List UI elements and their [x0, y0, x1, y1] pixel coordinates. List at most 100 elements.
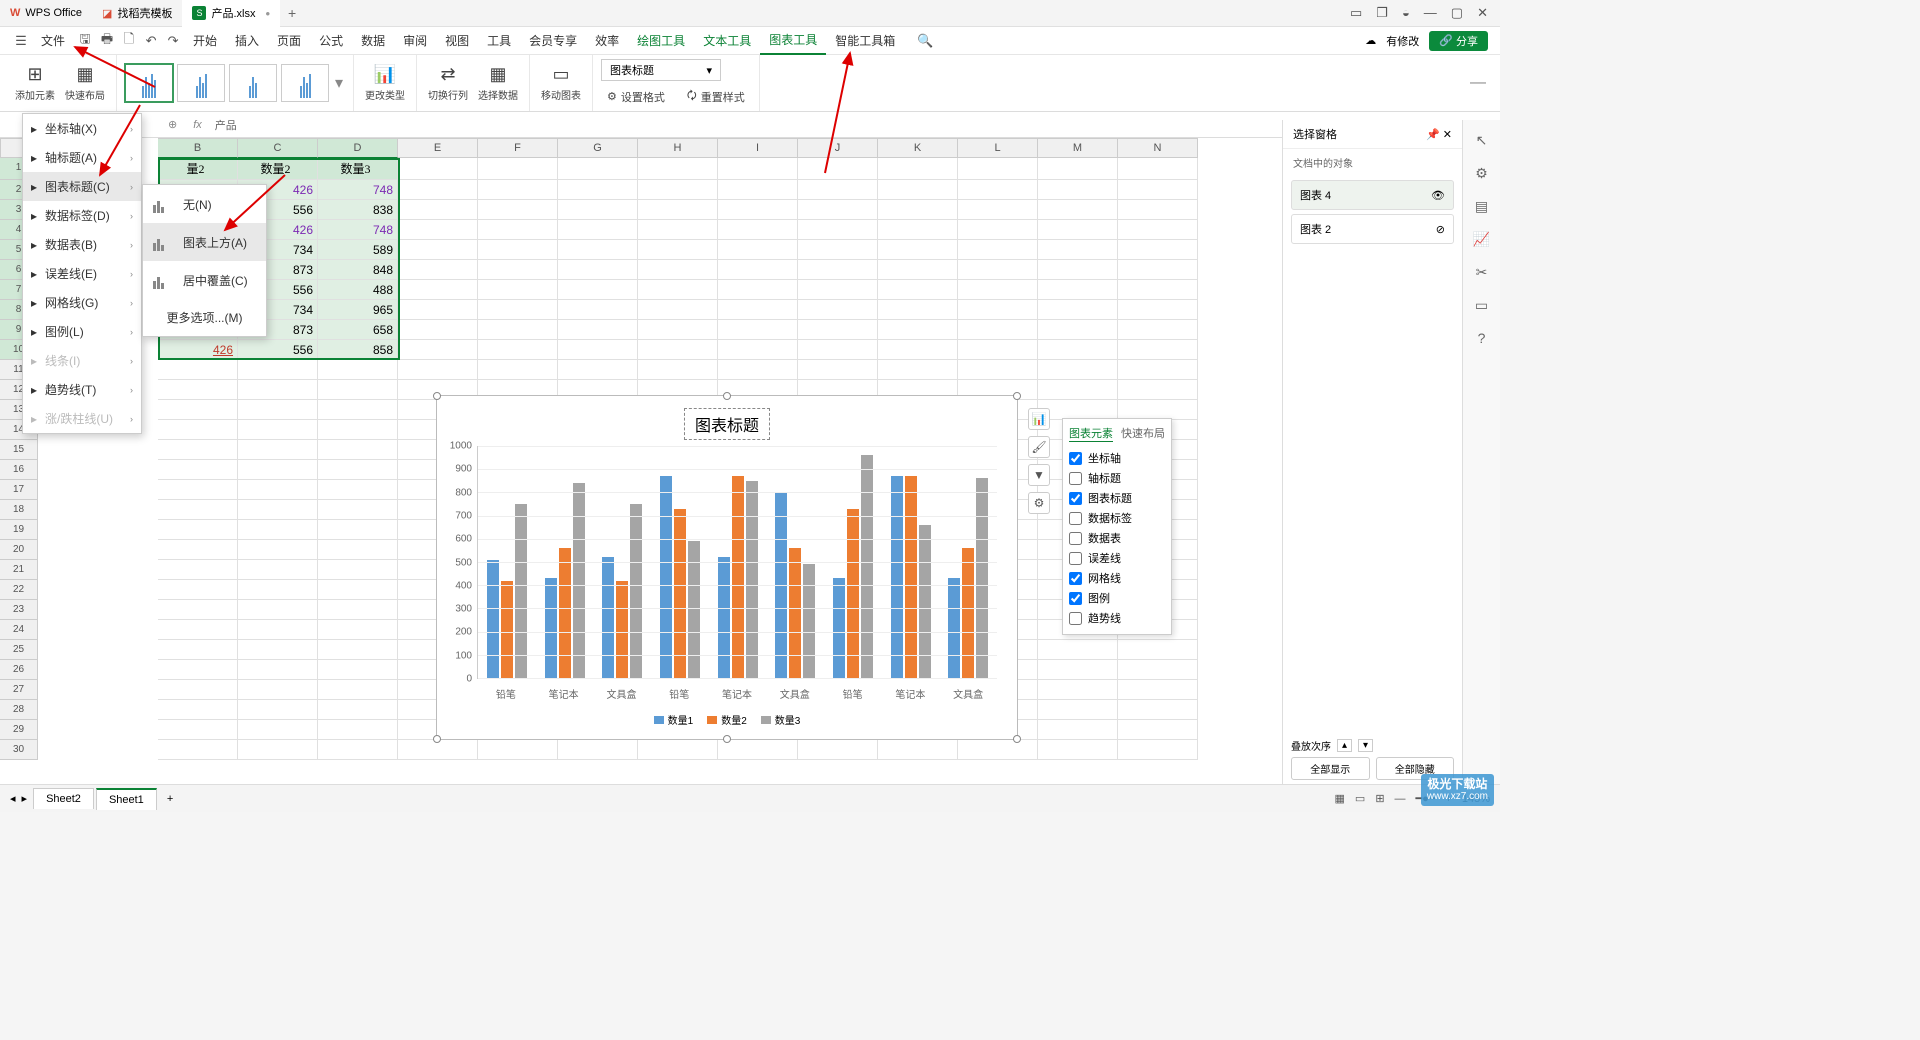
cell[interactable] — [158, 660, 238, 680]
cell[interactable] — [478, 340, 558, 360]
cell[interactable]: 848 — [318, 260, 398, 280]
cell[interactable] — [1038, 400, 1118, 420]
cell[interactable] — [158, 380, 238, 400]
cell[interactable] — [318, 660, 398, 680]
cell[interactable] — [638, 200, 718, 220]
popup-checkbox[interactable] — [1069, 512, 1082, 525]
window-max-button[interactable]: ▢ — [1451, 5, 1463, 21]
cell[interactable] — [1118, 700, 1198, 720]
cell[interactable] — [478, 280, 558, 300]
cell[interactable] — [398, 260, 478, 280]
reset-style-button[interactable]: 🗘重置样式 — [681, 85, 751, 108]
cell[interactable] — [1038, 380, 1118, 400]
cell[interactable] — [1118, 260, 1198, 280]
popup-opt-8[interactable]: 趋势线 — [1069, 608, 1165, 628]
cell[interactable] — [238, 400, 318, 420]
cell[interactable] — [478, 740, 558, 760]
cell[interactable]: 838 — [318, 200, 398, 220]
rail-page-icon[interactable]: ▭ — [1475, 297, 1488, 314]
cell[interactable] — [878, 300, 958, 320]
dd-item-1[interactable]: ▸轴标题(A)› — [23, 143, 141, 172]
row-header[interactable]: 24 — [0, 620, 38, 640]
dd-item-2[interactable]: ▸图表标题(C)› — [23, 172, 141, 201]
cell[interactable] — [238, 660, 318, 680]
move-down-icon[interactable]: ▾ — [1358, 739, 1373, 752]
view-break-icon[interactable]: ⊞ — [1375, 792, 1384, 805]
cell[interactable] — [318, 400, 398, 420]
cell[interactable] — [1118, 360, 1198, 380]
app-tab-wps[interactable]: WWPS Office — [0, 0, 92, 27]
cell[interactable] — [238, 620, 318, 640]
cell[interactable] — [718, 200, 798, 220]
cell[interactable] — [238, 440, 318, 460]
cell[interactable] — [1038, 660, 1118, 680]
popup-opt-5[interactable]: 误差线 — [1069, 548, 1165, 568]
menu-review[interactable]: 审阅 — [394, 27, 436, 55]
row-header[interactable]: 15 — [0, 440, 38, 460]
popup-opt-3[interactable]: 数据标签 — [1069, 508, 1165, 528]
cell[interactable] — [318, 560, 398, 580]
cell[interactable] — [878, 158, 958, 180]
cell[interactable] — [398, 340, 478, 360]
cell[interactable] — [718, 340, 798, 360]
cell[interactable] — [958, 740, 1038, 760]
set-format-button[interactable]: ⚙设置格式 — [601, 85, 671, 108]
bar[interactable] — [905, 476, 917, 678]
cell[interactable]: 748 — [318, 180, 398, 200]
cell[interactable] — [878, 240, 958, 260]
fx-icon[interactable]: fx — [185, 119, 210, 131]
cell[interactable] — [318, 500, 398, 520]
bar[interactable] — [487, 560, 499, 678]
col-header-D[interactable]: D — [318, 138, 398, 158]
chart-element-select[interactable]: 图表标题▾ — [601, 59, 721, 81]
cell[interactable] — [1038, 740, 1118, 760]
cell[interactable] — [478, 360, 558, 380]
cell[interactable] — [318, 700, 398, 720]
cell[interactable] — [1118, 340, 1198, 360]
bar[interactable] — [674, 509, 686, 678]
cell[interactable] — [238, 720, 318, 740]
cell[interactable] — [1038, 260, 1118, 280]
cell[interactable] — [398, 360, 478, 380]
bar[interactable] — [501, 581, 513, 678]
cell[interactable] — [238, 600, 318, 620]
cell[interactable] — [1038, 360, 1118, 380]
cell[interactable] — [238, 500, 318, 520]
cell[interactable] — [878, 220, 958, 240]
cell[interactable] — [318, 420, 398, 440]
cell[interactable] — [958, 200, 1038, 220]
row-header[interactable]: 23 — [0, 600, 38, 620]
popup-checkbox[interactable] — [1069, 492, 1082, 505]
cell[interactable] — [798, 280, 878, 300]
move-up-icon[interactable]: ▴ — [1337, 739, 1352, 752]
sheet-nav-next[interactable]: ▸ — [22, 792, 28, 805]
cell[interactable] — [878, 740, 958, 760]
cell[interactable] — [798, 740, 878, 760]
cell[interactable] — [1118, 680, 1198, 700]
save-icon[interactable]: 🖫 — [74, 30, 96, 52]
cell[interactable] — [798, 300, 878, 320]
bar[interactable] — [660, 476, 672, 678]
row-header[interactable]: 20 — [0, 540, 38, 560]
cell[interactable] — [238, 420, 318, 440]
rail-tools-icon[interactable]: ✂ — [1476, 264, 1488, 281]
rpanel-item-chart4[interactable]: 图表 4👁 — [1291, 180, 1454, 210]
box-icon[interactable]: ▭ — [1350, 5, 1362, 21]
cell[interactable] — [958, 158, 1038, 180]
rail-select-icon[interactable]: ↖ — [1476, 132, 1488, 149]
popup-checkbox[interactable] — [1069, 532, 1082, 545]
cell[interactable] — [158, 500, 238, 520]
cell[interactable] — [958, 220, 1038, 240]
cell[interactable]: 数量3 — [318, 158, 398, 180]
cell[interactable] — [318, 580, 398, 600]
cell[interactable] — [1118, 400, 1198, 420]
sheet-add-button[interactable]: + — [159, 793, 181, 805]
chart-settings-button[interactable]: ⚙ — [1028, 492, 1050, 514]
bar[interactable] — [803, 564, 815, 678]
col-header-J[interactable]: J — [798, 138, 878, 158]
popup-checkbox[interactable] — [1069, 452, 1082, 465]
cell[interactable] — [318, 720, 398, 740]
switch-rc-button[interactable]: ⇄切换行列 — [423, 64, 473, 102]
cell[interactable]: 426 — [158, 340, 238, 360]
cell[interactable] — [158, 640, 238, 660]
